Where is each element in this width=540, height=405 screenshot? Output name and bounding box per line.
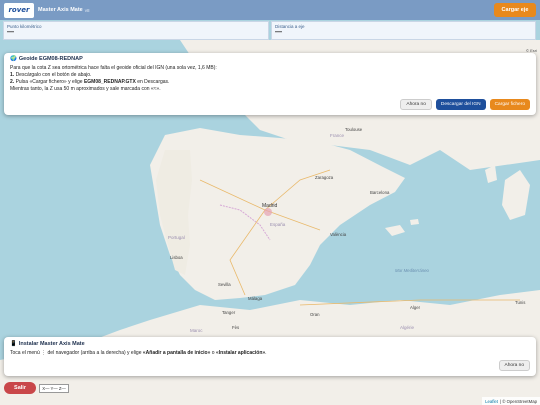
- map-label-tunis: Tunis: [515, 300, 526, 305]
- distance-value: —: [275, 29, 282, 36]
- map-label-france: France: [330, 133, 345, 138]
- point-panel: Punto kilométrico —: [3, 21, 269, 40]
- geoid-step-1: 1. Descárgalo con el botón de abajo.: [10, 72, 92, 78]
- map-label-malaga: Málaga: [248, 296, 263, 301]
- map-label-zaragoza: Zaragoza: [315, 175, 334, 180]
- map-label-madrid: Madrid: [262, 203, 278, 209]
- map-label-lisboa: Lisboa: [170, 255, 183, 260]
- map-label-tanger: Tanger: [222, 310, 236, 315]
- install-card-body: Toca el menú ⋮ del navegador (arriba a l…: [10, 350, 267, 356]
- app-version: v8: [84, 7, 90, 13]
- geoid-title-text: Geoide EGM08-REDNAP: [18, 56, 83, 62]
- geoid-card: 🌍 Geoide EGM08-REDNAP Para que la cota Z…: [4, 53, 536, 115]
- install-card: 📱 Instalar Master Axis Mate Toca el menú…: [4, 337, 536, 376]
- geoid-later-button[interactable]: Ahora no: [400, 99, 432, 110]
- map-label-portugal: Portugal: [168, 235, 185, 240]
- phone-icon: 📱: [10, 341, 17, 347]
- map-label-toulouse: Toulouse: [345, 127, 363, 132]
- download-ign-button[interactable]: Descargar del IGN: [435, 99, 486, 110]
- install-later-button[interactable]: Ahora no: [498, 360, 530, 371]
- exit-button[interactable]: Salir: [4, 382, 36, 394]
- coords-readout: X— Y— Z—: [39, 384, 69, 393]
- app-logo: rover: [4, 2, 34, 18]
- install-title-text: Instalar Master Axis Mate: [18, 341, 85, 347]
- map-label-sea: Mar Mediterráneo: [395, 268, 429, 273]
- map-label-espana: España: [270, 222, 286, 227]
- geoid-card-title: 🌍 Geoide EGM08-REDNAP: [10, 56, 530, 62]
- map-label-sevilla: Sevilla: [218, 282, 231, 287]
- point-value: —: [7, 29, 14, 36]
- map-attribution: Leaflet | © OpenStreetMap: [482, 397, 540, 405]
- geoid-card-body: Para que la cota Z sea ortométrica hace …: [10, 65, 530, 93]
- geoid-step-2: 2. Pulsa «Cargar fichero» y elige EGM08_…: [10, 79, 170, 85]
- map-label-barcelona: Barcelona: [370, 190, 390, 195]
- map-label-fes: Fès: [232, 325, 240, 330]
- geoid-line-1: Para que la cota Z sea ortométrica hace …: [10, 65, 217, 71]
- app-title: Master Axis Mate: [38, 7, 83, 13]
- leaflet-link[interactable]: Leaflet: [485, 399, 498, 404]
- osm-attribution: | © OpenStreetMap: [499, 398, 537, 404]
- install-card-buttons: Ahora no: [498, 360, 530, 371]
- geoid-card-buttons: Ahora no Descargar del IGN Cargar ficher…: [400, 99, 530, 110]
- load-axis-button[interactable]: Cargar eje: [494, 3, 536, 17]
- map-label-algerie: Algérie: [400, 325, 415, 330]
- globe-icon: 🌍: [10, 56, 17, 62]
- map-label-oran: Oran: [310, 312, 320, 317]
- map-label-valencia: València: [330, 232, 347, 237]
- distance-panel: Distancia a eje —: [271, 21, 536, 40]
- geoid-line-4: Mientras tanto, la Z usa 50 m aproximado…: [10, 86, 161, 92]
- kebab-menu-icon: ⋮: [41, 350, 47, 356]
- app-header: rover Master Axis Mate v8 Cargar eje: [0, 0, 540, 20]
- map-label-alger: Alger: [410, 305, 421, 310]
- map-label-maroc: Maroc: [190, 328, 203, 333]
- install-card-title: 📱 Instalar Master Axis Mate: [10, 341, 530, 347]
- load-file-button[interactable]: Cargar fichero: [489, 99, 530, 110]
